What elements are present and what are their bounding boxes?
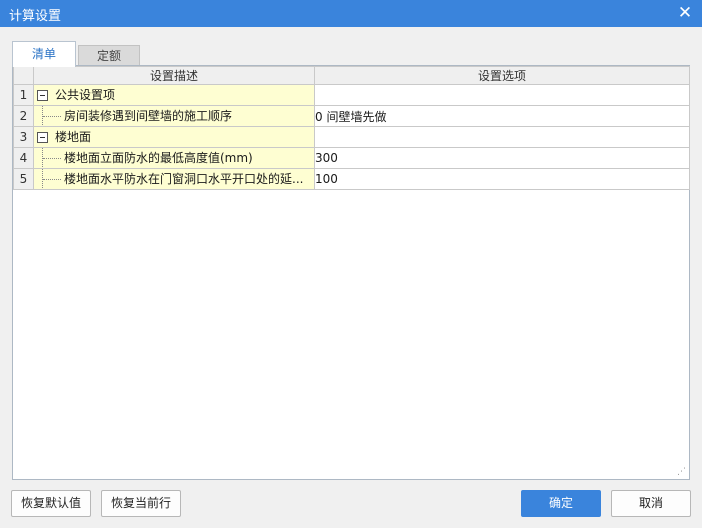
description-cell[interactable]: 公共设置项 xyxy=(33,84,315,106)
description-cell[interactable]: 楼地面水平防水在门窗洞口水平开口处的延... xyxy=(33,168,315,190)
row-number: 2 xyxy=(13,105,34,127)
table-row[interactable]: 2 房间装修遇到间壁墙的施工顺序 0 间壁墙先做 xyxy=(13,105,690,127)
option-value-cell[interactable]: 0 间壁墙先做 xyxy=(314,105,690,127)
collapse-icon[interactable] xyxy=(37,132,48,143)
tree-connector xyxy=(43,158,61,159)
option-value-cell[interactable]: 300 xyxy=(314,147,690,169)
table-row[interactable]: 3 楼地面 xyxy=(13,126,690,148)
row-number: 5 xyxy=(13,168,34,190)
group-label: 楼地面 xyxy=(55,130,92,144)
option-value-cell[interactable] xyxy=(314,126,690,148)
row-number: 4 xyxy=(13,147,34,169)
tab-quota[interactable]: 定额 xyxy=(78,45,140,66)
settings-table: 设置描述 设置选项 1 公共设置项 2 房间装修遇到间壁墙的施工顺序 0 间壁墙先做 3 楼… xyxy=(13,66,690,190)
row-number: 3 xyxy=(13,126,34,148)
restore-current-row-button[interactable]: 恢复当前行 xyxy=(101,490,181,517)
cancel-button[interactable]: 取消 xyxy=(611,490,691,517)
description-cell[interactable]: 楼地面立面防水的最低高度值(mm) xyxy=(33,147,315,169)
table-row[interactable]: 5 楼地面水平防水在门窗洞口水平开口处的延... 100 xyxy=(13,168,690,190)
column-header-option[interactable]: 设置选项 xyxy=(314,66,690,85)
title-bar: 计算设置 ✕ xyxy=(0,0,702,27)
resize-grip-icon[interactable]: ⋰ xyxy=(677,467,687,477)
header-row: 设置描述 设置选项 xyxy=(13,66,690,85)
setting-label: 楼地面水平防水在门窗洞口水平开口处的延... xyxy=(64,172,304,186)
ok-button[interactable]: 确定 xyxy=(521,490,601,517)
close-icon[interactable]: ✕ xyxy=(676,3,694,23)
collapse-icon[interactable] xyxy=(37,90,48,101)
description-cell[interactable]: 楼地面 xyxy=(33,126,315,148)
header-corner xyxy=(13,66,34,85)
setting-label: 房间装修遇到间壁墙的施工顺序 xyxy=(64,109,233,123)
table-row[interactable]: 1 公共设置项 xyxy=(13,84,690,106)
tab-bill[interactable]: 清单 xyxy=(12,41,76,67)
column-header-description[interactable]: 设置描述 xyxy=(33,66,315,85)
row-number: 1 xyxy=(13,84,34,106)
group-label: 公共设置项 xyxy=(55,88,116,102)
option-value-cell[interactable]: 100 xyxy=(314,168,690,190)
window-title: 计算设置 xyxy=(9,9,62,24)
tree-connector xyxy=(43,116,61,117)
table-row[interactable]: 4 楼地面立面防水的最低高度值(mm) 300 xyxy=(13,147,690,169)
settings-grid: 设置描述 设置选项 1 公共设置项 2 房间装修遇到间壁墙的施工顺序 0 间壁墙先做 3 楼… xyxy=(12,65,690,480)
tree-connector xyxy=(43,179,61,180)
restore-default-button[interactable]: 恢复默认值 xyxy=(11,490,91,517)
setting-label: 楼地面立面防水的最低高度值(mm) xyxy=(64,151,253,165)
description-cell[interactable]: 房间装修遇到间壁墙的施工顺序 xyxy=(33,105,315,127)
option-value-cell[interactable] xyxy=(314,84,690,106)
